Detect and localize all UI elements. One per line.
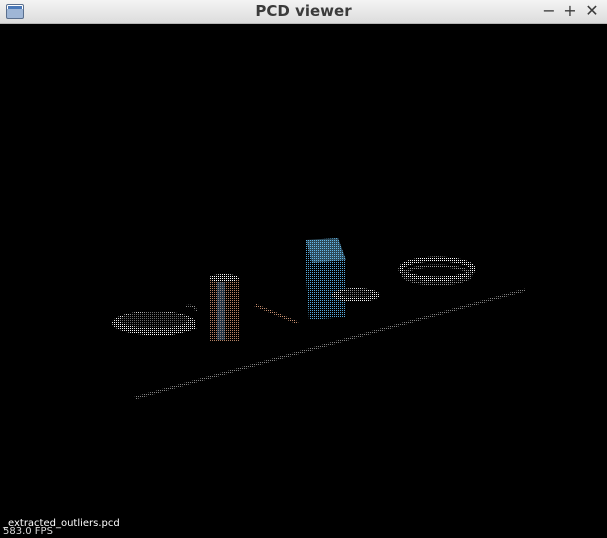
can-points — [209, 274, 239, 342]
stick-points — [254, 303, 299, 325]
mug-points — [185, 304, 197, 313]
ring-points — [398, 256, 476, 286]
plate-points — [332, 288, 380, 302]
close-icon[interactable]: ✕ — [583, 2, 601, 20]
window-title: PCD viewer — [255, 2, 352, 20]
minimize-icon[interactable]: − — [540, 2, 558, 20]
point-cloud-render — [112, 238, 526, 400]
point-cloud-viewport[interactable]: _extracted_outliers.pcd 583.0 FPS — [0, 24, 607, 538]
bowl-points — [112, 311, 197, 336]
pcd-viewer-window: PCD viewer − + ✕ _extracted_outliers.pcd… — [0, 0, 607, 538]
box-points — [305, 238, 346, 320]
fps-counter: 583.0 FPS — [3, 526, 53, 537]
title-bar[interactable]: PCD viewer − + ✕ — [0, 0, 607, 24]
maximize-icon[interactable]: + — [561, 2, 579, 20]
